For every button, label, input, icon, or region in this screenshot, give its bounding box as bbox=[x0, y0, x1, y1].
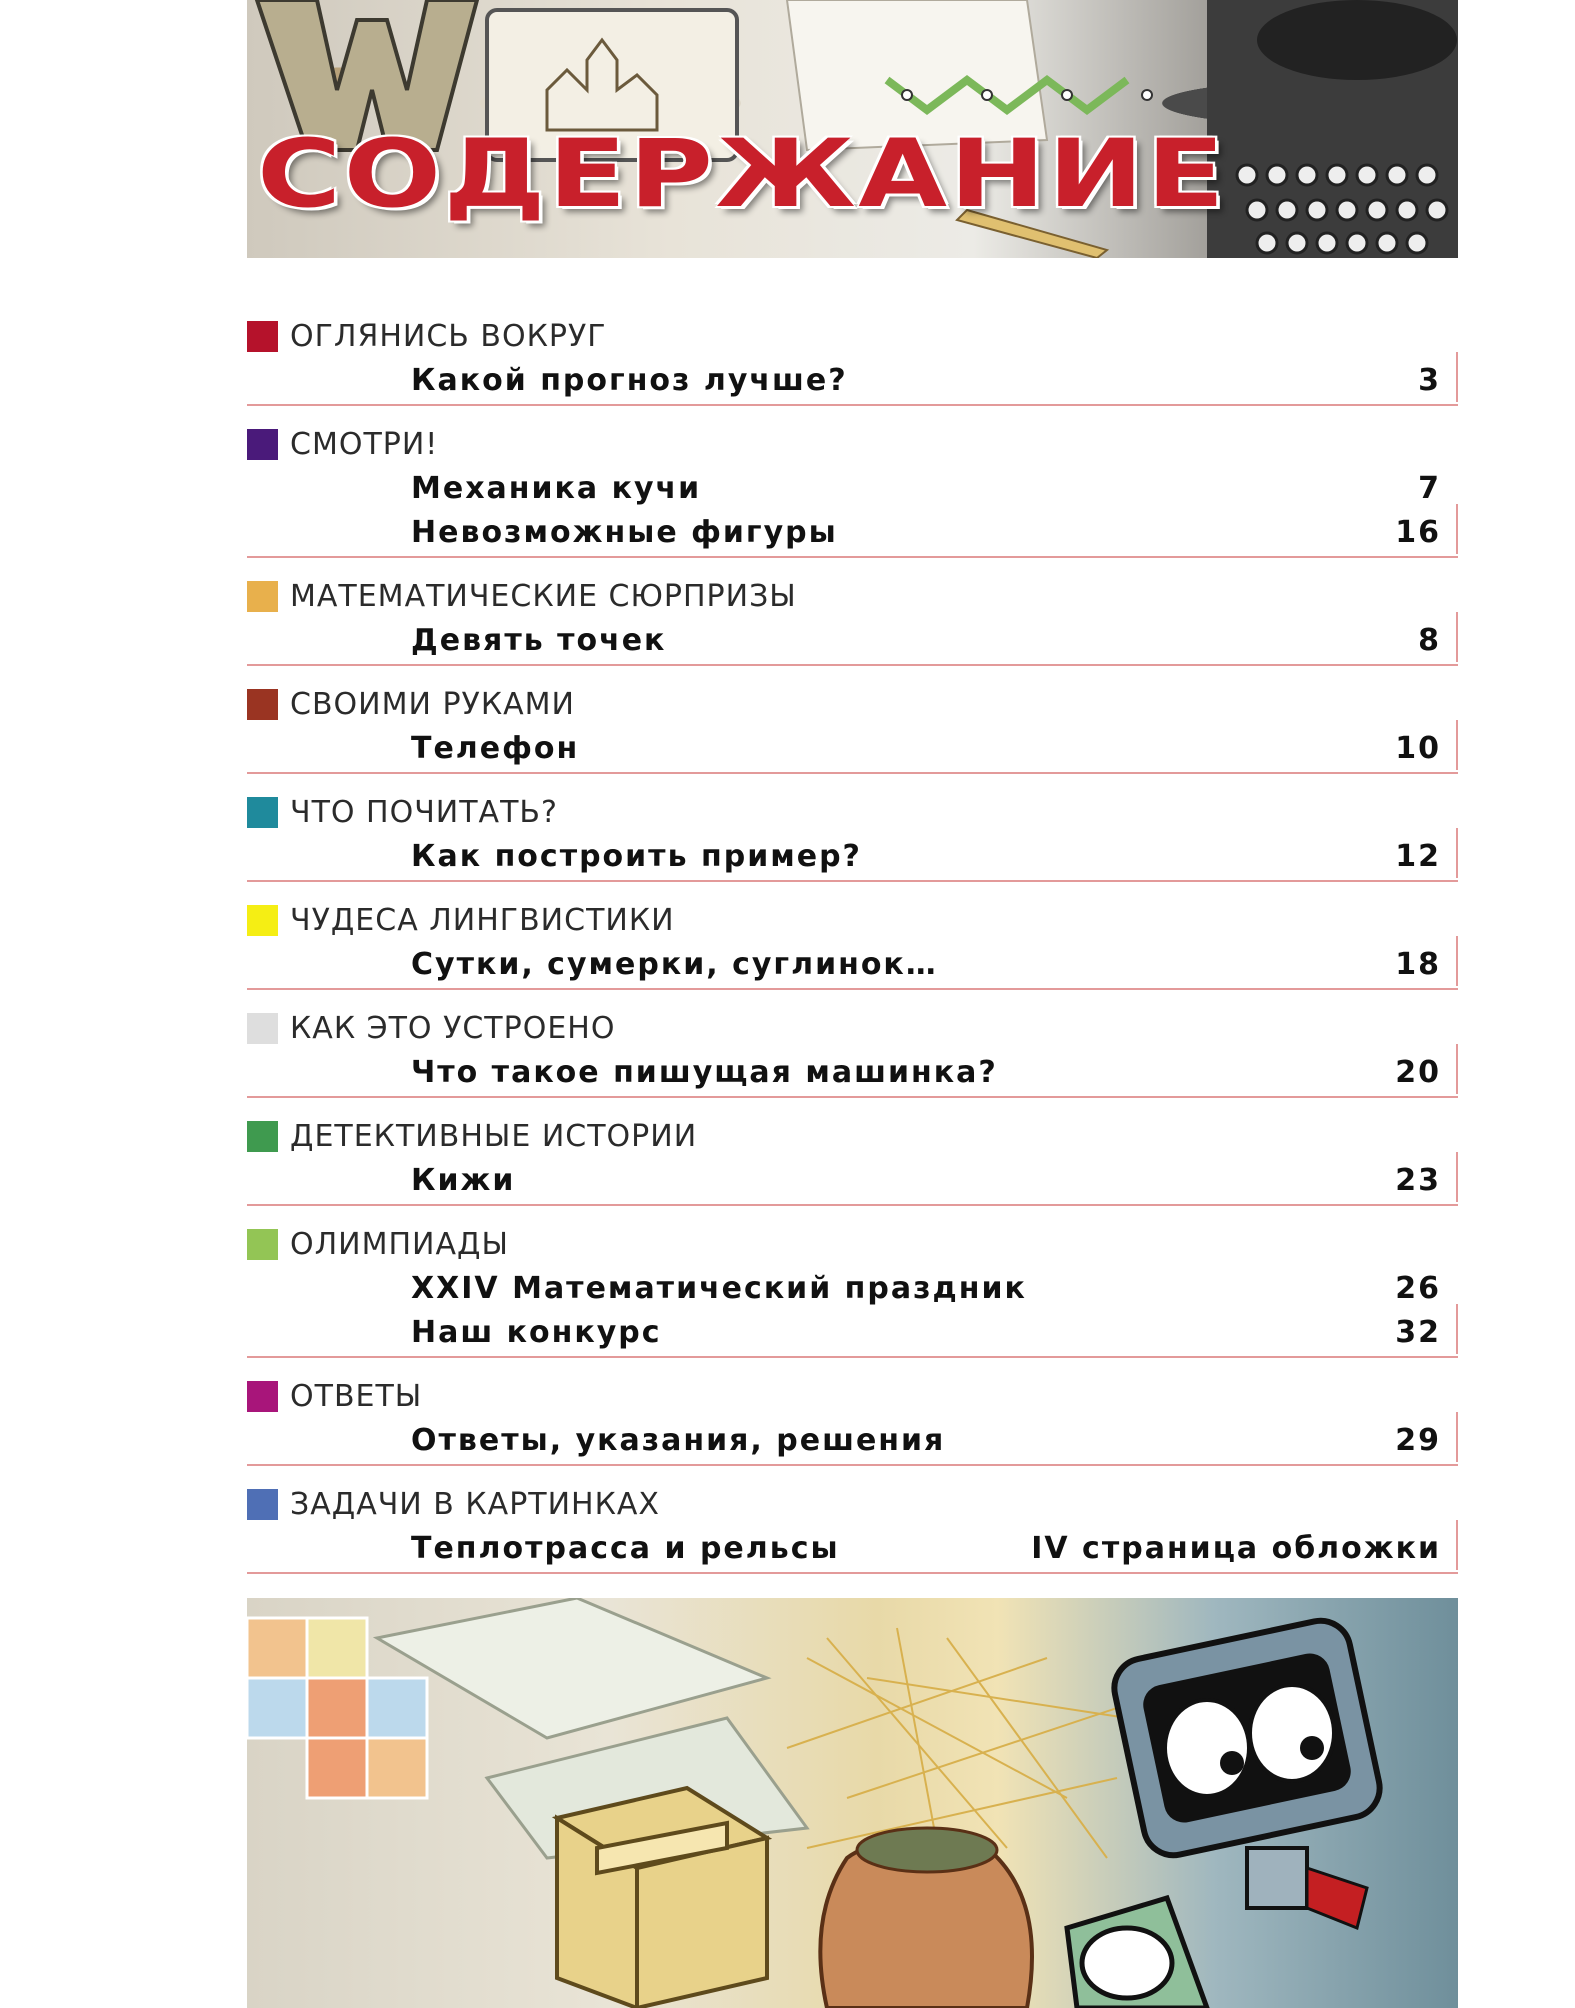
toc-entry[interactable]: Механика кучи 7 bbox=[247, 466, 1458, 510]
section-title: МАТЕМАТИЧЕСКИЕ СЮРПРИЗЫ bbox=[290, 578, 797, 614]
section-rule bbox=[247, 1356, 1458, 1358]
entry-title: Какой прогноз лучше? bbox=[411, 362, 848, 398]
section-rule bbox=[247, 1464, 1458, 1466]
entry-title: Как построить пример? bbox=[411, 838, 862, 874]
section-rule-right bbox=[1456, 504, 1458, 554]
section-rule-right bbox=[1456, 612, 1458, 662]
section-color-swatch bbox=[247, 1380, 278, 1412]
section-title: ОГЛЯНИСЬ ВОКРУГ bbox=[290, 318, 607, 354]
section-color-swatch bbox=[247, 688, 278, 720]
section-color-swatch bbox=[247, 796, 278, 828]
toc-section: ОЛИМПИАДЫ XXIV Математический праздник 2… bbox=[247, 1226, 1458, 1358]
section-rule-right bbox=[1456, 1412, 1458, 1462]
entry-page-number: 26 bbox=[1395, 1270, 1441, 1306]
section-rule bbox=[247, 1204, 1458, 1206]
toc-section: ОТВЕТЫ Ответы, указания, решения 29 bbox=[247, 1378, 1458, 1466]
section-title: СМОТРИ! bbox=[290, 426, 439, 462]
toc-entry[interactable]: Что такое пишущая машинка? 20 bbox=[247, 1050, 1458, 1094]
entry-page-number: 3 bbox=[1418, 362, 1441, 398]
section-rule-right bbox=[1456, 1152, 1458, 1202]
section-rule bbox=[247, 988, 1458, 990]
entry-title: Невозможные фигуры bbox=[411, 514, 838, 550]
toc-section: СМОТРИ! Механика кучи 7 Невозможные фигу… bbox=[247, 426, 1458, 558]
section-rule bbox=[247, 1096, 1458, 1098]
entry-page-number: 23 bbox=[1395, 1162, 1441, 1198]
table-of-contents: ОГЛЯНИСЬ ВОКРУГ Какой прогноз лучше? 3 С… bbox=[247, 318, 1458, 1596]
entry-page-number: 7 bbox=[1418, 470, 1441, 506]
section-title: ОЛИМПИАДЫ bbox=[290, 1226, 509, 1262]
section-rule-right bbox=[1456, 936, 1458, 986]
toc-entry[interactable]: Теплотрасса и рельсы IV страница обложки bbox=[247, 1526, 1458, 1570]
toc-entry[interactable]: Телефон 10 bbox=[247, 726, 1458, 770]
entry-page-number: 20 bbox=[1395, 1054, 1441, 1090]
section-rule-right bbox=[1456, 828, 1458, 878]
section-rule bbox=[247, 772, 1458, 774]
section-rule-right bbox=[1456, 1044, 1458, 1094]
section-rule-right bbox=[1456, 720, 1458, 770]
entry-page-number: 10 bbox=[1395, 730, 1441, 766]
section-color-swatch bbox=[247, 580, 278, 612]
section-rule bbox=[247, 556, 1458, 558]
section-rule-right bbox=[1456, 1520, 1458, 1570]
bottom-collage-illustration bbox=[247, 1598, 1458, 2008]
toc-entry[interactable]: XXIV Математический праздник 26 bbox=[247, 1266, 1458, 1310]
toc-section: ДЕТЕКТИВНЫЕ ИСТОРИИ Кижи 23 bbox=[247, 1118, 1458, 1206]
section-rule-right bbox=[1456, 1304, 1458, 1354]
entry-title: Ответы, указания, решения bbox=[411, 1422, 946, 1458]
section-color-swatch bbox=[247, 320, 278, 352]
section-color-swatch bbox=[247, 1488, 278, 1520]
entry-page-number: 32 bbox=[1395, 1314, 1441, 1350]
entry-title: Наш конкурс bbox=[411, 1314, 662, 1350]
toc-section: СВОИМИ РУКАМИ Телефон 10 bbox=[247, 686, 1458, 774]
section-rule bbox=[247, 880, 1458, 882]
section-color-swatch bbox=[247, 1012, 278, 1044]
toc-section: КАК ЭТО УСТРОЕНО Что такое пишущая машин… bbox=[247, 1010, 1458, 1098]
toc-section: ЗАДАЧИ В КАРТИНКАХ Теплотрасса и рельсы … bbox=[247, 1486, 1458, 1574]
header-banner: СОДЕРЖАНИЕ bbox=[247, 0, 1458, 258]
section-color-swatch bbox=[247, 904, 278, 936]
toc-section: ЧТО ПОЧИТАТЬ? Как построить пример? 12 bbox=[247, 794, 1458, 882]
section-title: ЧТО ПОЧИТАТЬ? bbox=[290, 794, 558, 830]
section-color-swatch bbox=[247, 428, 278, 460]
entry-title: Девять точек bbox=[411, 622, 667, 658]
section-rule bbox=[247, 664, 1458, 666]
toc-section: ЧУДЕСА ЛИНГВИСТИКИ Сутки, сумерки, сугли… bbox=[247, 902, 1458, 990]
entry-page-number: IV страница обложки bbox=[1031, 1530, 1441, 1566]
page-title: СОДЕРЖАНИЕ bbox=[257, 120, 1228, 229]
toc-entry[interactable]: Наш конкурс 32 bbox=[247, 1310, 1458, 1354]
entry-title: Теплотрасса и рельсы bbox=[411, 1530, 840, 1566]
section-rule bbox=[247, 404, 1458, 406]
section-title: КАК ЭТО УСТРОЕНО bbox=[290, 1010, 616, 1046]
section-title: ЗАДАЧИ В КАРТИНКАХ bbox=[290, 1486, 660, 1522]
entry-page-number: 18 bbox=[1395, 946, 1441, 982]
entry-page-number: 12 bbox=[1395, 838, 1441, 874]
toc-entry[interactable]: Невозможные фигуры 16 bbox=[247, 510, 1458, 554]
entry-title: Телефон bbox=[411, 730, 580, 766]
toc-entry[interactable]: Как построить пример? 12 bbox=[247, 834, 1458, 878]
toc-entry[interactable]: Девять точек 8 bbox=[247, 618, 1458, 662]
toc-entry[interactable]: Кижи 23 bbox=[247, 1158, 1458, 1202]
entry-title: Сутки, сумерки, суглинок… bbox=[411, 946, 938, 982]
entry-title: Что такое пишущая машинка? bbox=[411, 1054, 998, 1090]
section-title: ДЕТЕКТИВНЫЕ ИСТОРИИ bbox=[290, 1118, 698, 1154]
entry-title: Кижи bbox=[411, 1162, 516, 1198]
entry-page-number: 8 bbox=[1418, 622, 1441, 658]
entry-title: Механика кучи bbox=[411, 470, 702, 506]
toc-section: МАТЕМАТИЧЕСКИЕ СЮРПРИЗЫ Девять точек 8 bbox=[247, 578, 1458, 666]
toc-entry[interactable]: Ответы, указания, решения 29 bbox=[247, 1418, 1458, 1462]
section-title: СВОИМИ РУКАМИ bbox=[290, 686, 575, 722]
entry-page-number: 29 bbox=[1395, 1422, 1441, 1458]
section-rule-right bbox=[1456, 352, 1458, 402]
toc-entry[interactable]: Какой прогноз лучше? 3 bbox=[247, 358, 1458, 402]
entry-page-number: 16 bbox=[1395, 514, 1441, 550]
section-rule bbox=[247, 1572, 1458, 1574]
entry-title: XXIV Математический праздник bbox=[411, 1270, 1027, 1306]
section-title: ОТВЕТЫ bbox=[290, 1378, 423, 1414]
section-color-swatch bbox=[247, 1120, 278, 1152]
section-color-swatch bbox=[247, 1228, 278, 1260]
collage-artwork bbox=[247, 1598, 1383, 2008]
section-title: ЧУДЕСА ЛИНГВИСТИКИ bbox=[290, 902, 675, 938]
toc-section: ОГЛЯНИСЬ ВОКРУГ Какой прогноз лучше? 3 bbox=[247, 318, 1458, 406]
toc-entry[interactable]: Сутки, сумерки, суглинок… 18 bbox=[247, 942, 1458, 986]
